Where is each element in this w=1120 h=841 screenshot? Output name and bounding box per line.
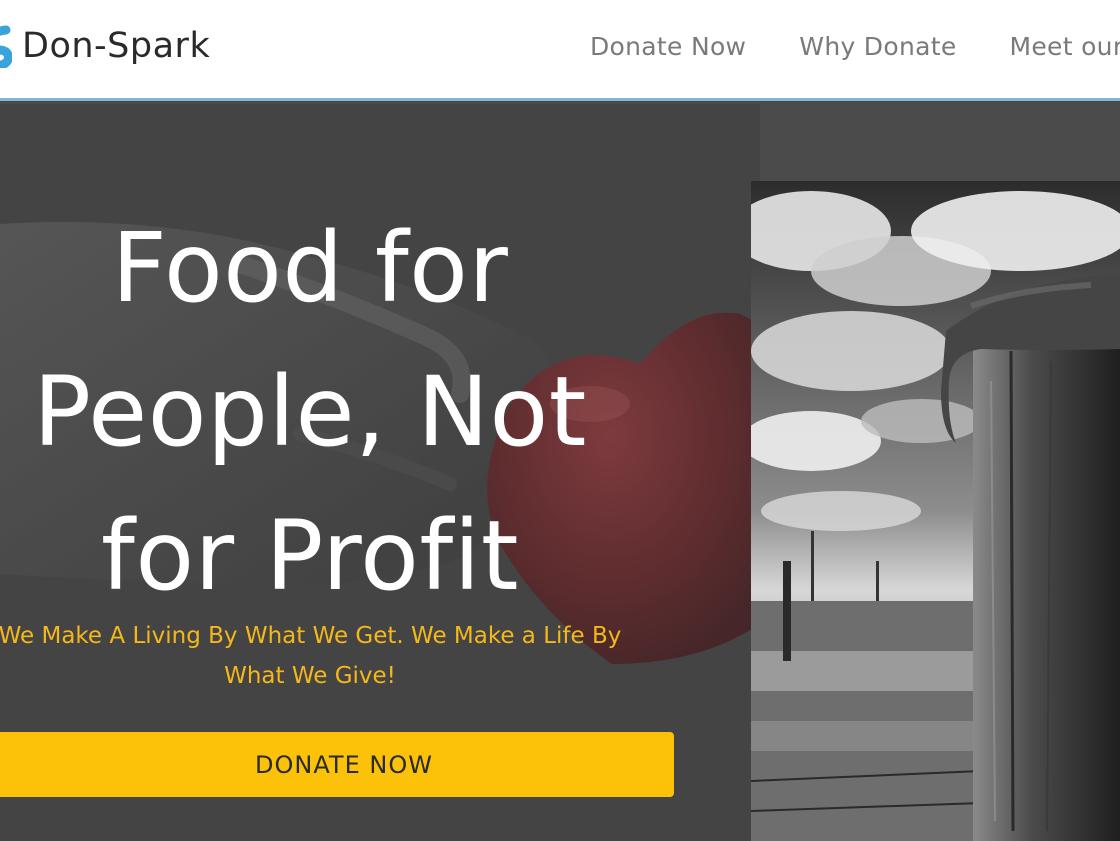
hero-section: Food for People, Not for Profit We Make … <box>0 104 1120 841</box>
hero-title-line: Food for <box>111 212 509 324</box>
brand-name: Don-Spark <box>22 26 211 66</box>
brand-link[interactable]: Don-Spark <box>0 24 210 68</box>
hero-tagline-line: What We Give! <box>224 663 396 689</box>
nav-links: Donate Now Why Donate Meet our <box>590 32 1120 61</box>
hero-title-line: for Profit <box>101 500 519 612</box>
hero-tagline-line: We Make A Living By What We Get. We Make… <box>0 623 622 649</box>
hero-title-line: People, Not <box>33 356 587 468</box>
brand-logo-icon <box>0 25 12 68</box>
nav-link-why-donate[interactable]: Why Donate <box>799 32 956 61</box>
hero-photo <box>751 181 1120 841</box>
nav-link-donate-now[interactable]: Donate Now <box>590 32 746 61</box>
top-navbar: Don-Spark Donate Now Why Donate Meet our <box>0 0 1120 101</box>
hero-tagline: We Make A Living By What We Get. We Make… <box>0 616 630 696</box>
hero-title: Food for People, Not for Profit <box>0 196 630 628</box>
nav-link-meet-our[interactable]: Meet our <box>1010 32 1120 61</box>
donate-now-button[interactable]: DONATE NOW <box>0 732 674 797</box>
